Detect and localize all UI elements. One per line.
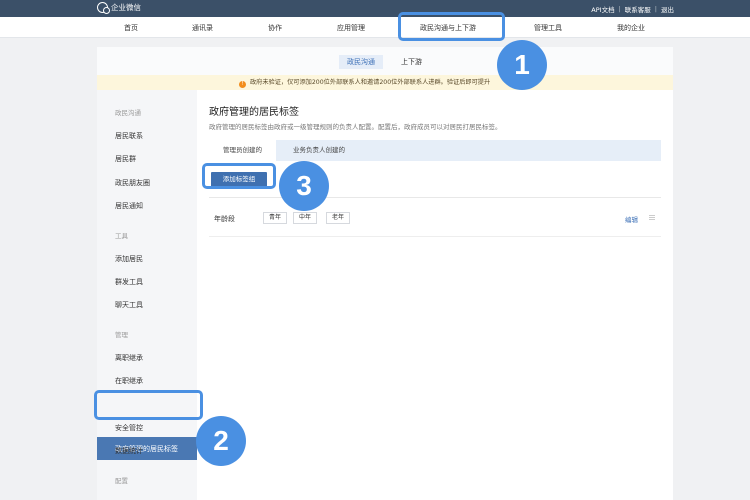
sidebar-item-citizen-contact[interactable]: 居民联系: [115, 131, 143, 141]
step-badge-2: 2: [196, 416, 246, 466]
sidebar-item-citizen-tags[interactable]: 政府管理的居民标签: [97, 437, 197, 460]
top-links: API文档 | 联系客服 | 退出: [591, 4, 674, 14]
sidebar: 政民沟通 居民联系 居民群 政民朋友圈 居民通知 工具 添加居民 群发工具 聊天…: [97, 90, 197, 500]
subtab-upstream-downstream[interactable]: 上下游: [393, 55, 430, 69]
sidebar-item-add-citizen[interactable]: 添加居民: [115, 254, 143, 264]
edit-tag-group-link[interactable]: 编辑: [625, 214, 638, 224]
notice-text: 政府未验证，仅可添加200位外部联系人和邀请200位外部联系人进群。验证后即可提…: [250, 79, 491, 86]
wecom-logo-icon: [97, 2, 110, 14]
divider: [209, 197, 661, 198]
logo-text: 企业微信: [111, 3, 141, 12]
link-separator: |: [618, 5, 621, 13]
content-area: 政府管理的居民标签 政府管理的居民标签由政府或一级管理规则的负责人配置。配置后，…: [197, 90, 673, 500]
main-panel: 政民沟通 上下游 ! 政府未验证，仅可添加200位外部联系人和邀请200位外部联系…: [97, 47, 673, 500]
nav-management-tools[interactable]: 管理工具: [534, 23, 562, 33]
sidebar-item-moments[interactable]: 政民朋友圈: [115, 178, 150, 188]
nav-contacts[interactable]: 通讯录: [192, 23, 213, 33]
drag-handle-icon[interactable]: [649, 215, 655, 220]
sub-tabs: 政民沟通 上下游: [97, 47, 673, 75]
contact-support-link[interactable]: 联系客服: [625, 4, 651, 14]
main-nav: 首页 通讯录 协作 应用管理 政民沟通与上下游 管理工具 我的企业: [0, 17, 750, 38]
highlight-nav-gov-citizen: [398, 12, 505, 41]
tab-admin-created[interactable]: 管理员创建的: [209, 140, 276, 161]
subtab-gov-citizen[interactable]: 政民沟通: [339, 55, 383, 69]
highlight-sidebar-citizen-tags: [94, 390, 203, 420]
step-badge-1: 1: [497, 40, 547, 90]
link-separator: |: [654, 5, 657, 13]
warning-icon: !: [239, 81, 246, 88]
sidebar-group-tools: 工具: [115, 232, 128, 240]
highlight-add-tag-group: [202, 163, 276, 189]
tag-group-name: 年龄段: [214, 215, 235, 223]
sidebar-item-statistics[interactable]: 数据统计: [115, 446, 143, 456]
page-title: 政府管理的居民标签: [209, 107, 299, 118]
sidebar-group-gov-citizen: 政民沟通: [115, 109, 141, 117]
top-bar: 企业微信 API文档 | 联系客服 | 退出: [0, 0, 750, 17]
step-badge-3: 3: [279, 161, 329, 211]
divider: [209, 236, 661, 237]
api-docs-link[interactable]: API文档: [591, 4, 614, 14]
sidebar-item-chat-tools[interactable]: 聊天工具: [115, 300, 143, 310]
nav-app-management[interactable]: 应用管理: [337, 23, 365, 33]
creator-tabs: 管理员创建的 业务负责人创建的: [209, 140, 661, 161]
page-description: 政府管理的居民标签由政府或一级管理规则的负责人配置。配置后，政府成员可以对居民打…: [209, 123, 502, 131]
sidebar-item-security[interactable]: 安全管控: [115, 423, 143, 433]
sidebar-item-mass-send[interactable]: 群发工具: [115, 277, 143, 287]
sidebar-item-citizen-group[interactable]: 居民群: [115, 154, 136, 164]
nav-collaboration[interactable]: 协作: [268, 23, 282, 33]
verification-notice: ! 政府未验证，仅可添加200位外部联系人和邀请200位外部联系人进群。验证后即可…: [97, 75, 673, 90]
tag-elderly: 老年: [326, 212, 351, 224]
sidebar-item-active-inherit[interactable]: 在职继承: [115, 376, 143, 386]
nav-home[interactable]: 首页: [124, 23, 138, 33]
sidebar-group-management: 管理: [115, 331, 128, 339]
sidebar-item-citizen-notice[interactable]: 居民通知: [115, 201, 143, 211]
sidebar-group-config: 配置: [115, 477, 128, 485]
tab-business-owner-created[interactable]: 业务负责人创建的: [279, 140, 359, 161]
logo[interactable]: 企业微信: [97, 2, 141, 14]
tag-youth: 青年: [263, 212, 288, 224]
nav-my-enterprise[interactable]: 我的企业: [617, 23, 645, 33]
sidebar-item-resigned-inherit[interactable]: 离职继承: [115, 353, 143, 363]
tag-middle-age: 中年: [293, 212, 318, 224]
logout-link[interactable]: 退出: [661, 4, 674, 14]
